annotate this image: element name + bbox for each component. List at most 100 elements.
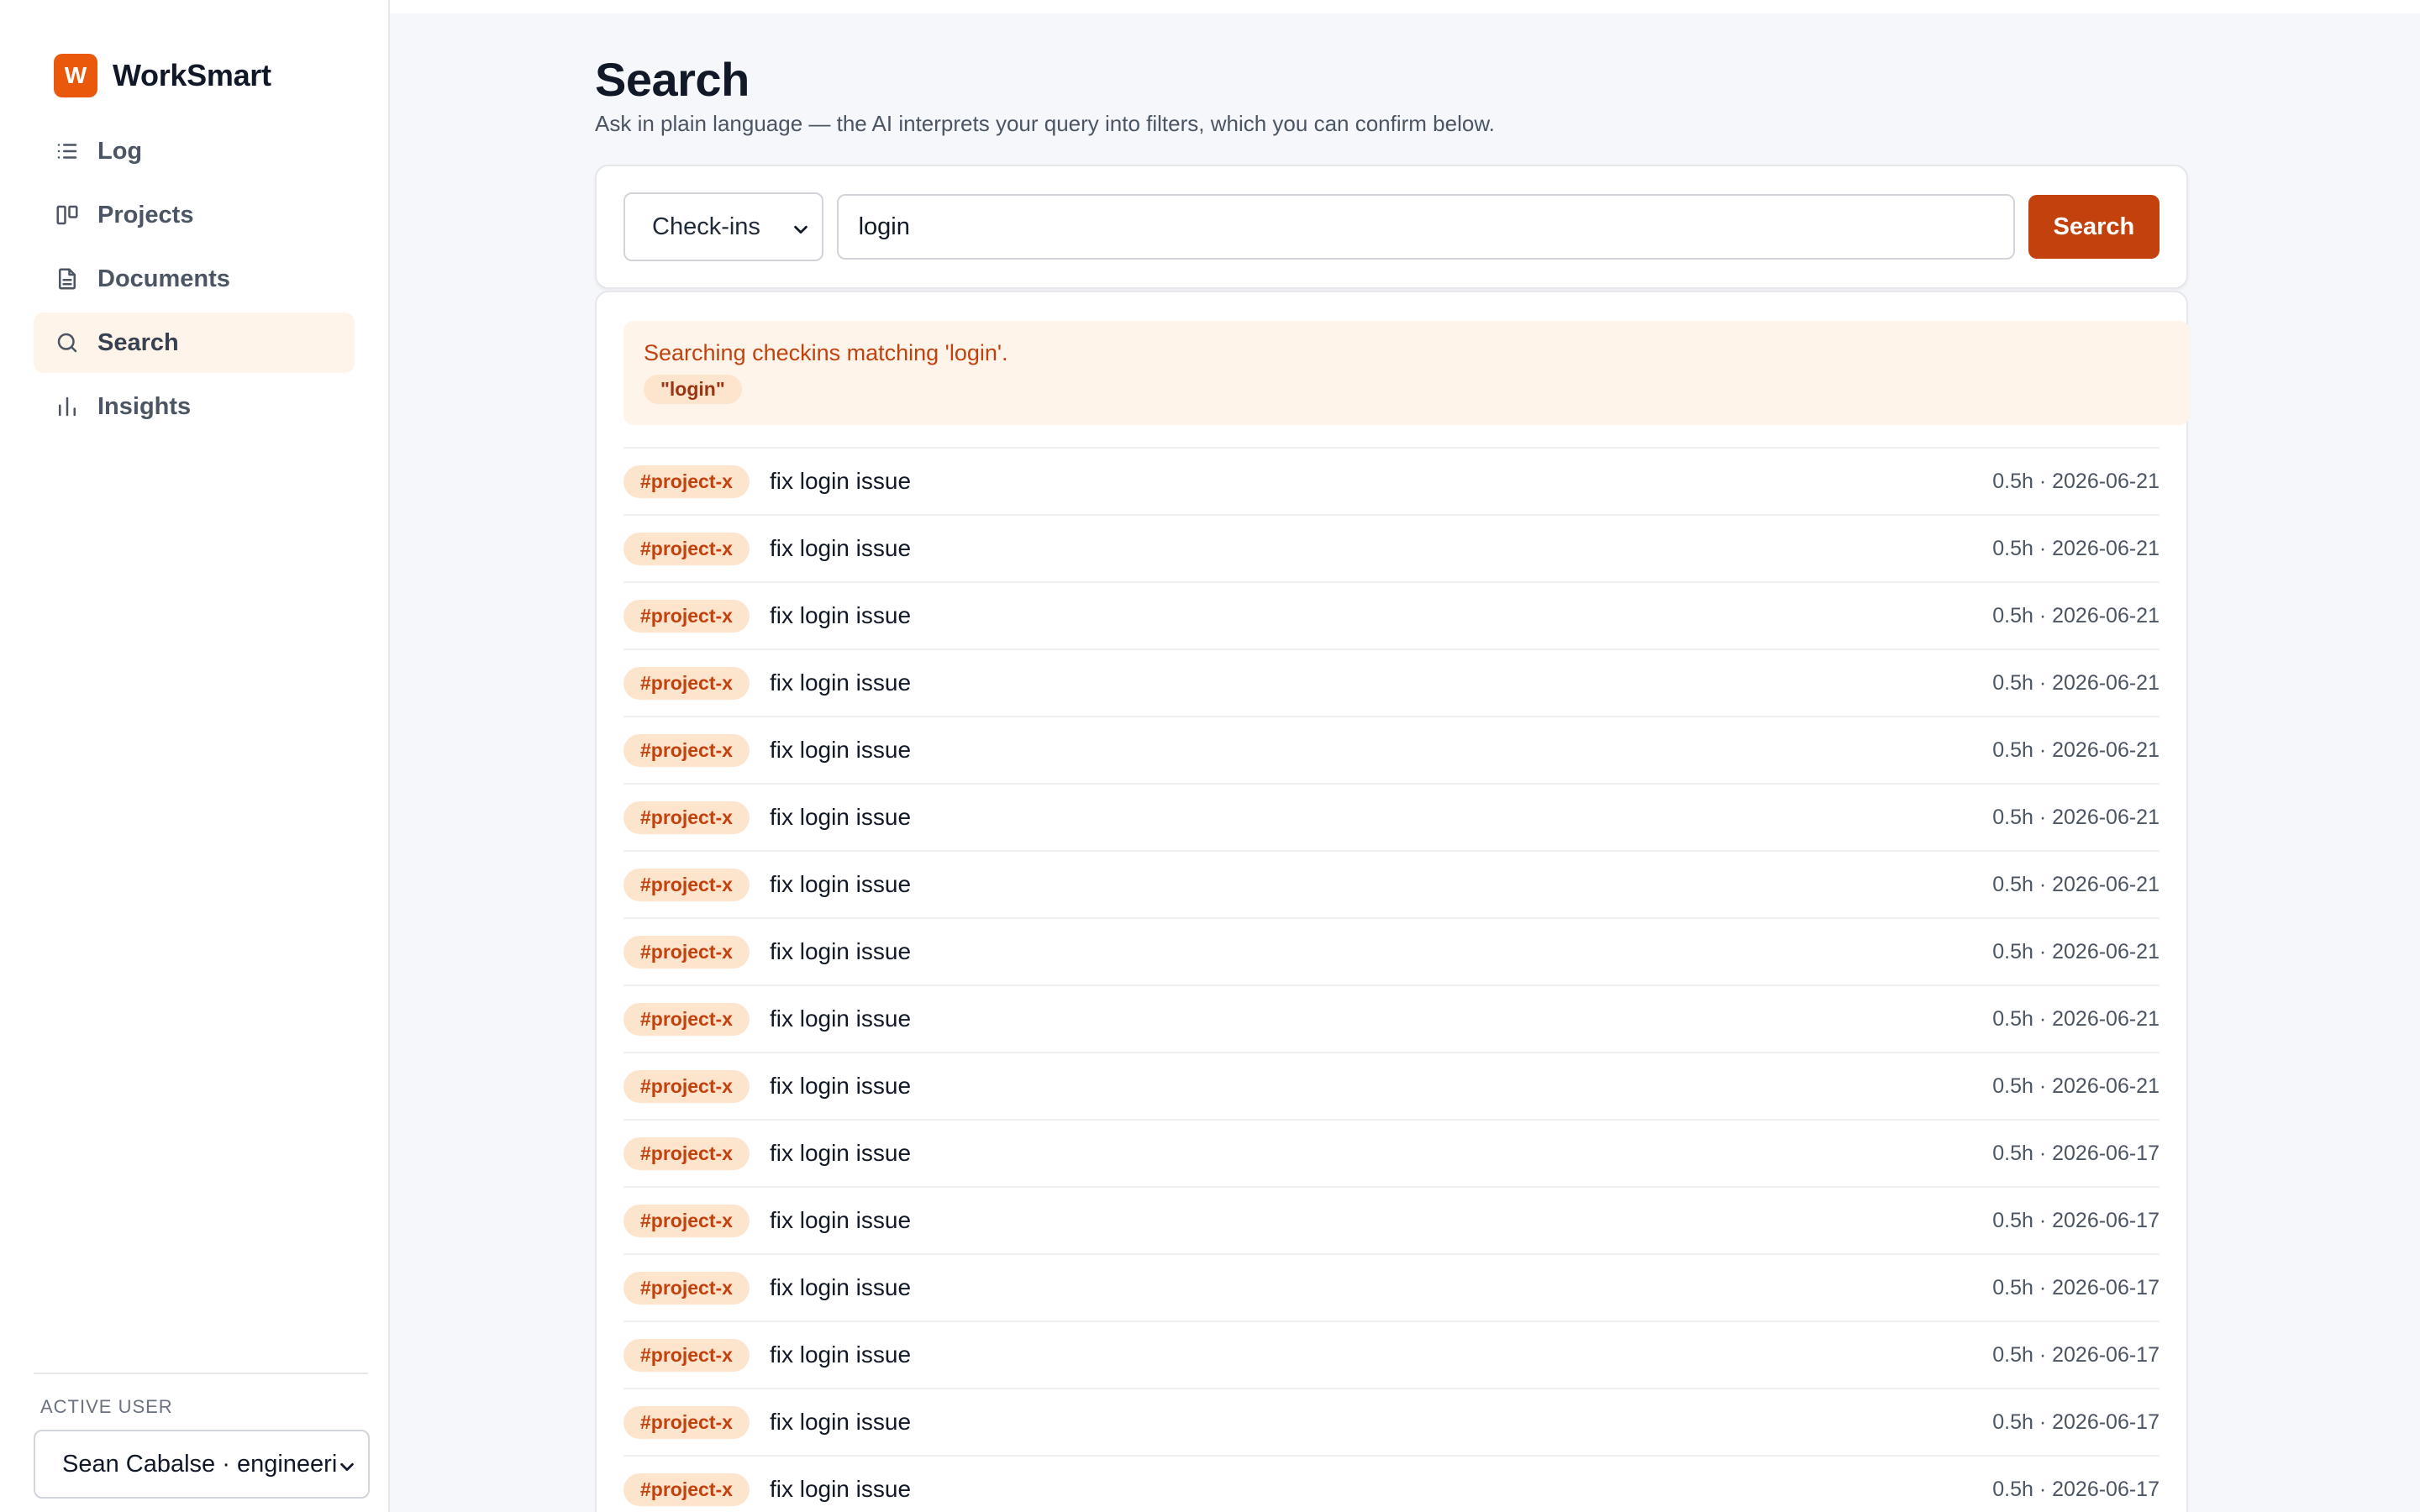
filter-chip[interactable]: "login": [644, 375, 742, 404]
result-text: fix login issue: [769, 804, 912, 830]
result-text: fix login issue: [769, 1207, 912, 1233]
sidebar-item-label: Projects: [97, 201, 194, 228]
result-text: fix login issue: [769, 938, 912, 964]
result-row[interactable]: #project-x fix login issue 0.5h · 2026-0…: [623, 1389, 2160, 1457]
result-text: fix login issue: [769, 468, 912, 494]
result-row[interactable]: #project-x fix login issue 0.5h · 2026-0…: [623, 919, 2160, 986]
result-row[interactable]: #project-x fix login issue 0.5h · 2026-0…: [623, 449, 2160, 516]
result-text: fix login issue: [769, 535, 912, 561]
result-meta: 0.5h · 2026-06-17: [1992, 1477, 2160, 1501]
result-text: fix login issue: [769, 1476, 912, 1502]
search-type-select[interactable]: Check-ins: [623, 192, 823, 261]
result-text: fix login issue: [769, 1274, 912, 1300]
active-user-label: ACTIVE USER: [40, 1396, 173, 1417]
project-tag[interactable]: #project-x: [623, 935, 750, 969]
project-tag[interactable]: #project-x: [623, 465, 750, 498]
list-icon: [54, 138, 81, 165]
sidebar-item-label: Insights: [97, 392, 192, 420]
search-bar: Check-ins Search: [595, 165, 2188, 289]
result-meta: 0.5h · 2026-06-21: [1992, 872, 2160, 896]
project-tag[interactable]: #project-x: [623, 1137, 750, 1170]
page-title: Search: [595, 53, 750, 106]
page-subtitle: Ask in plain language — the AI interpret…: [595, 111, 1495, 136]
project-tag[interactable]: #project-x: [623, 801, 750, 834]
bar-chart-icon: [54, 393, 81, 420]
result-text: fix login issue: [769, 1073, 912, 1099]
result-row[interactable]: #project-x fix login issue 0.5h · 2026-0…: [623, 1457, 2160, 1512]
search-button[interactable]: Search: [2028, 195, 2160, 259]
result-meta: 0.5h · 2026-06-21: [1992, 1074, 2160, 1098]
project-tag[interactable]: #project-x: [623, 733, 750, 767]
result-row[interactable]: #project-x fix login issue 0.5h · 2026-0…: [623, 785, 2160, 852]
result-text: fix login issue: [769, 669, 912, 696]
project-tag[interactable]: #project-x: [623, 1338, 750, 1372]
result-meta: 0.5h · 2026-06-21: [1992, 805, 2160, 829]
brand-logo: W: [54, 54, 97, 97]
result-meta: 0.5h · 2026-06-17: [1992, 1275, 2160, 1299]
sidebar-item-log[interactable]: Log: [34, 121, 355, 181]
project-tag[interactable]: #project-x: [623, 1405, 750, 1439]
query-interpretation: Searching checkins matching 'login'. "lo…: [623, 321, 2190, 425]
chevron-down-icon: [792, 218, 810, 236]
result-row[interactable]: #project-x fix login issue 0.5h · 2026-0…: [623, 583, 2160, 650]
project-tag[interactable]: #project-x: [623, 666, 750, 700]
result-meta: 0.5h · 2026-06-17: [1992, 1342, 2160, 1367]
project-tag[interactable]: #project-x: [623, 1271, 750, 1305]
result-text: fix login issue: [769, 871, 912, 897]
result-meta: 0.5h · 2026-06-17: [1992, 1141, 2160, 1165]
main-content: Search Ask in plain language — the AI in…: [390, 0, 2420, 1512]
result-text: fix login issue: [769, 602, 912, 628]
result-meta: 0.5h · 2026-06-21: [1992, 939, 2160, 963]
result-meta: 0.5h · 2026-06-21: [1992, 469, 2160, 493]
sidebar-item-projects[interactable]: Projects: [34, 185, 355, 245]
result-text: fix login issue: [769, 1341, 912, 1368]
result-text: fix login issue: [769, 737, 912, 763]
results-panel: Searching checkins matching 'login'. "lo…: [595, 291, 2190, 1512]
active-user-value: Sean Cabalse · engineering: [62, 1450, 338, 1478]
sidebar-item-documents[interactable]: Documents: [34, 249, 355, 309]
results-list: #project-x fix login issue 0.5h · 2026-0…: [623, 447, 2160, 1512]
result-row[interactable]: #project-x fix login issue 0.5h · 2026-0…: [623, 1053, 2160, 1121]
result-row[interactable]: #project-x fix login issue 0.5h · 2026-0…: [623, 1322, 2160, 1389]
result-meta: 0.5h · 2026-06-21: [1992, 536, 2160, 560]
result-row[interactable]: #project-x fix login issue 0.5h · 2026-0…: [623, 1188, 2160, 1255]
result-meta: 0.5h · 2026-06-21: [1992, 738, 2160, 762]
project-tag[interactable]: #project-x: [623, 599, 750, 633]
result-meta: 0.5h · 2026-06-17: [1992, 1410, 2160, 1434]
result-row[interactable]: #project-x fix login issue 0.5h · 2026-0…: [623, 986, 2160, 1053]
search-type-value: Check-ins: [652, 213, 760, 240]
project-tag[interactable]: #project-x: [623, 868, 750, 901]
project-tag[interactable]: #project-x: [623, 1204, 750, 1237]
project-tag[interactable]: #project-x: [623, 1069, 750, 1103]
project-tag[interactable]: #project-x: [623, 532, 750, 565]
sidebar-item-search[interactable]: Search: [34, 312, 355, 373]
document-icon: [54, 265, 81, 292]
result-row[interactable]: #project-x fix login issue 0.5h · 2026-0…: [623, 516, 2160, 583]
result-meta: 0.5h · 2026-06-17: [1992, 1208, 2160, 1232]
chevron-down-icon: [338, 1455, 356, 1473]
result-row[interactable]: #project-x fix login issue 0.5h · 2026-0…: [623, 852, 2160, 919]
sidebar-item-label: Search: [97, 328, 179, 356]
search-icon: [54, 329, 81, 356]
result-row[interactable]: #project-x fix login issue 0.5h · 2026-0…: [623, 650, 2160, 717]
board-icon: [54, 202, 81, 228]
project-tag[interactable]: #project-x: [623, 1473, 750, 1506]
search-input[interactable]: [836, 194, 2015, 260]
sidebar: W WorkSmart Log Projects Documents Searc…: [0, 0, 390, 1512]
result-text: fix login issue: [769, 1409, 912, 1435]
result-text: fix login issue: [769, 1140, 912, 1166]
project-tag[interactable]: #project-x: [623, 1002, 750, 1036]
sidebar-item-insights[interactable]: Insights: [34, 376, 355, 437]
sidebar-nav: Log Projects Documents Search Insights: [34, 121, 355, 437]
active-user-select[interactable]: Sean Cabalse · engineering: [34, 1430, 370, 1499]
sidebar-item-label: Documents: [97, 265, 230, 292]
result-meta: 0.5h · 2026-06-21: [1992, 670, 2160, 695]
brand[interactable]: W WorkSmart: [54, 52, 355, 99]
result-text: fix login issue: [769, 1005, 912, 1032]
result-row[interactable]: #project-x fix login issue 0.5h · 2026-0…: [623, 1255, 2160, 1322]
filter-chips: "login": [644, 375, 2170, 404]
sidebar-footer: ACTIVE USER Sean Cabalse · engineering: [34, 1373, 370, 1512]
result-row[interactable]: #project-x fix login issue 0.5h · 2026-0…: [623, 1121, 2160, 1188]
result-meta: 0.5h · 2026-06-21: [1992, 1006, 2160, 1031]
result-row[interactable]: #project-x fix login issue 0.5h · 2026-0…: [623, 717, 2160, 785]
